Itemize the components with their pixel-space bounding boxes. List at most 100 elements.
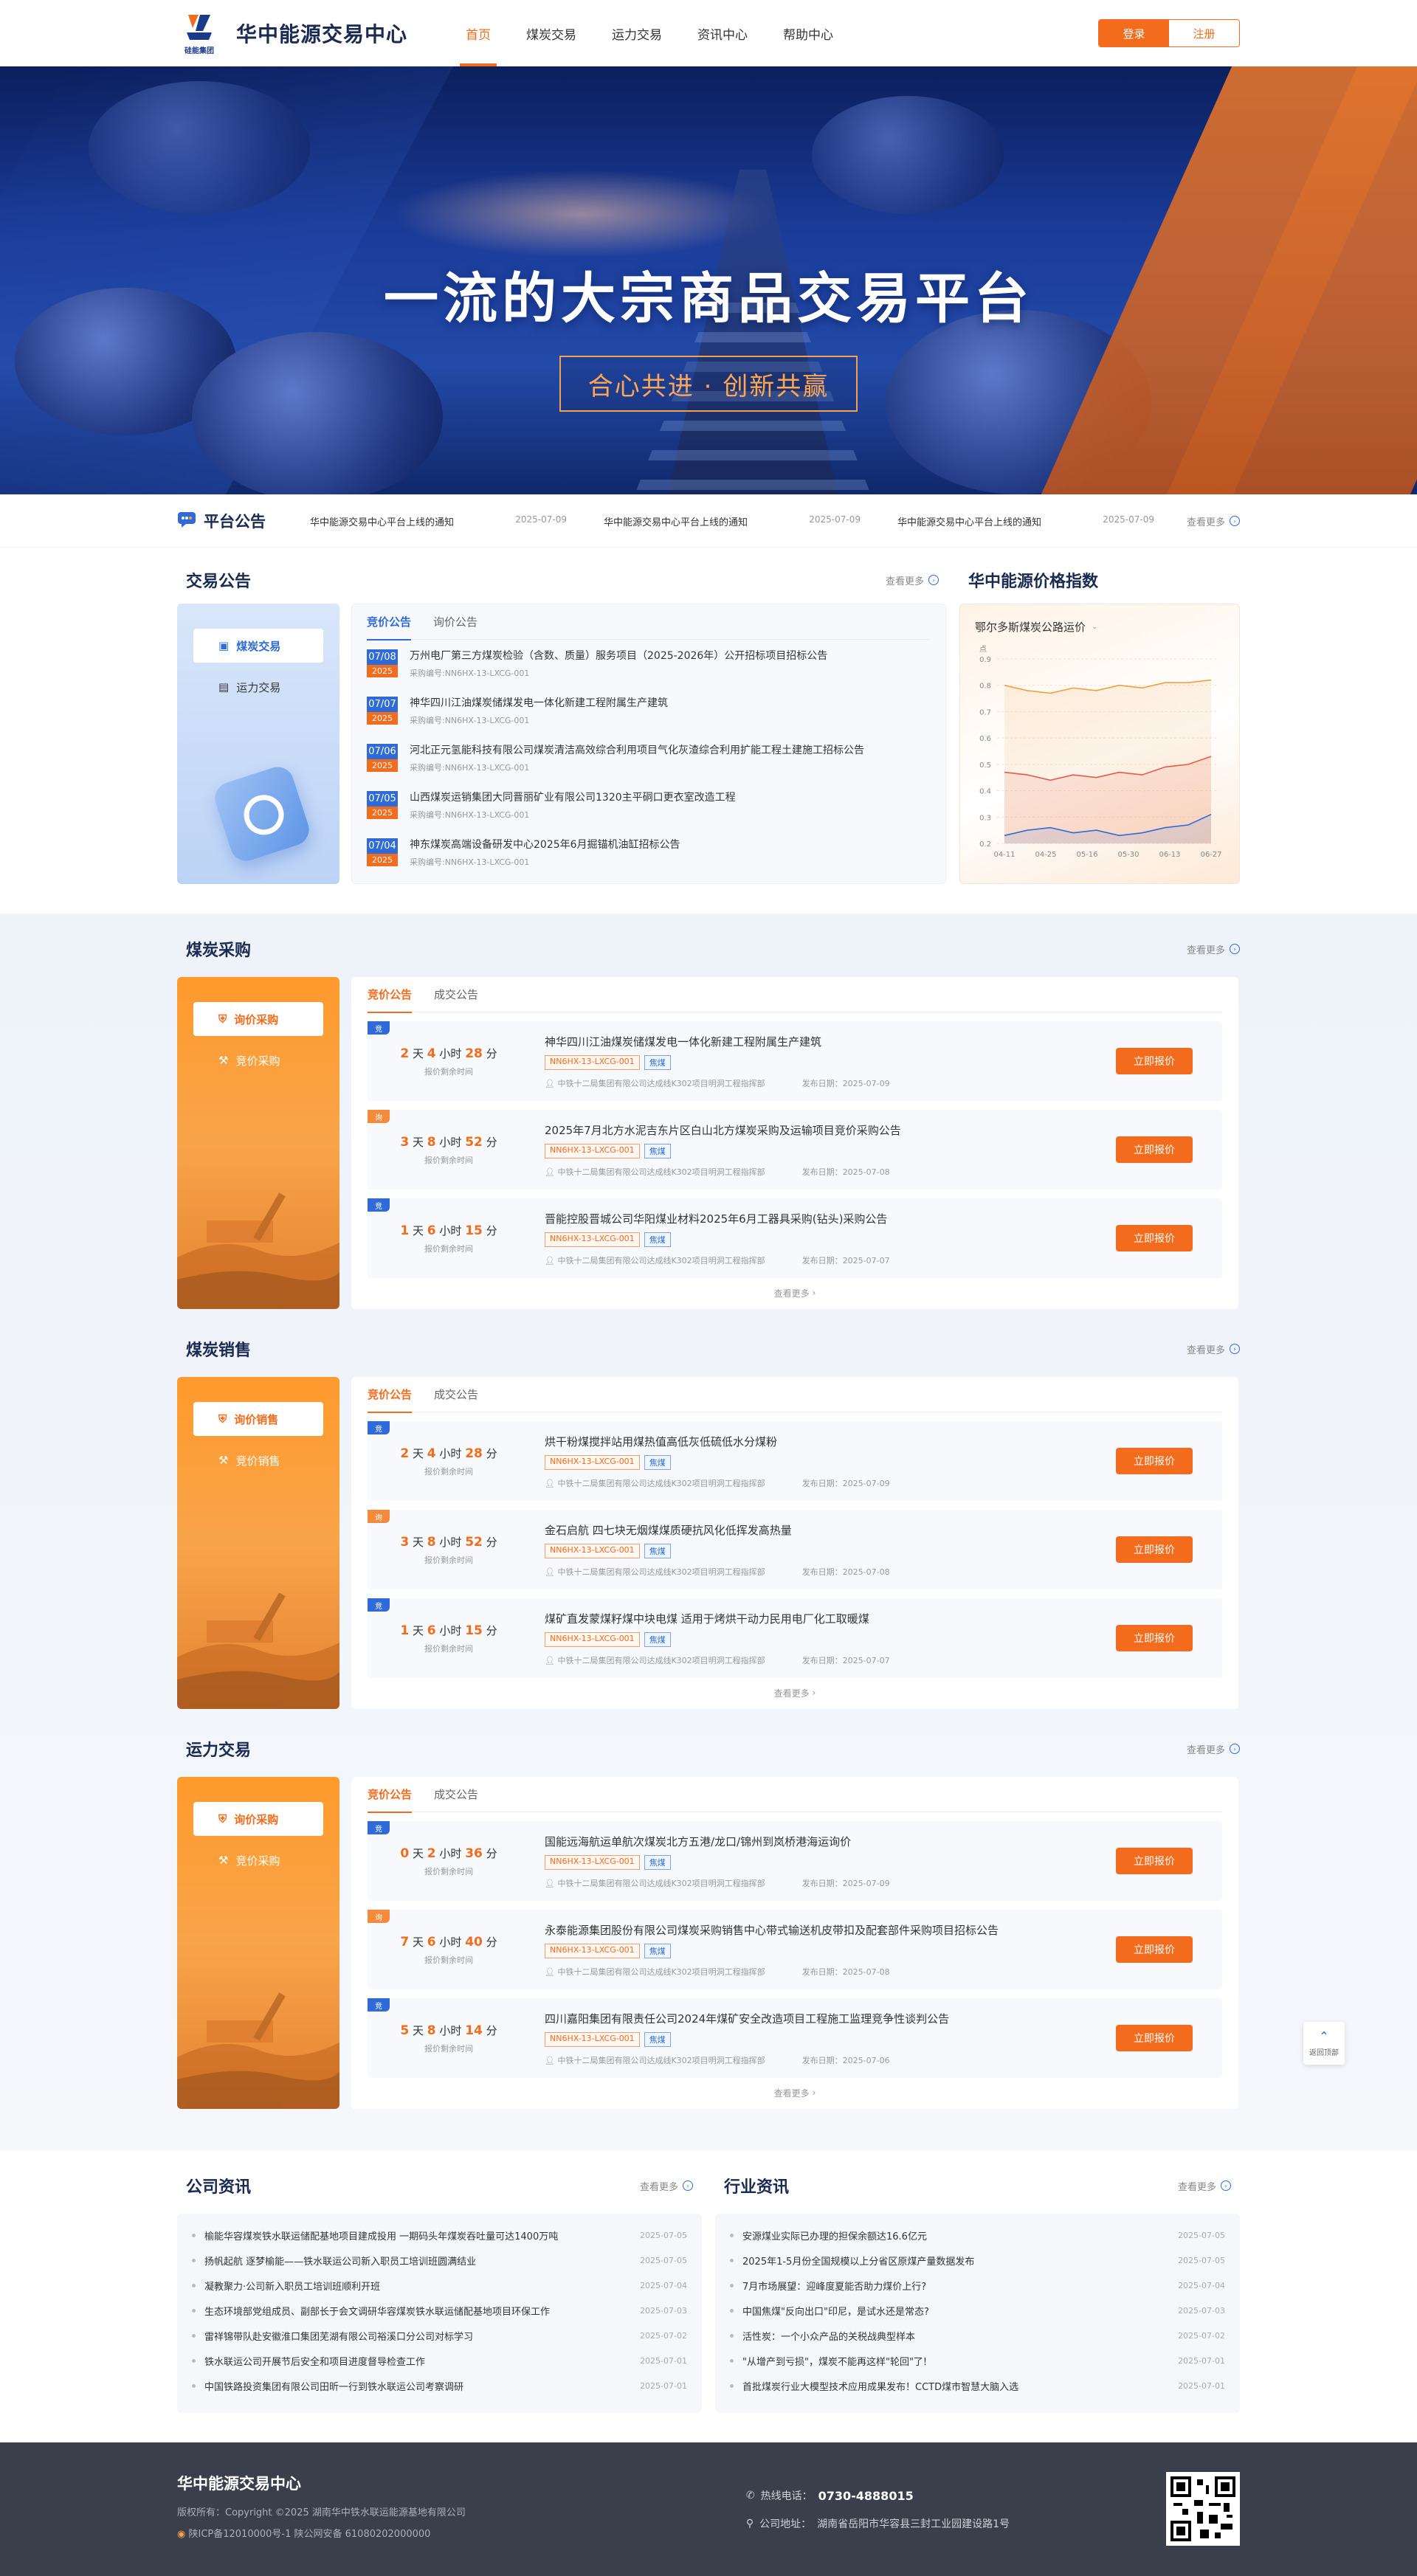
user-icon: 👤︎ <box>545 1966 558 1977</box>
quote-now-button[interactable]: 立即报价 <box>1116 1048 1193 1074</box>
announce-item[interactable]: 07/05 2025 山西煤炭运销集团大同晋丽矿业有限公司1320主平硐口更衣室改… <box>367 781 931 829</box>
company-news-more[interactable]: 查看更多 › <box>640 2179 693 2193</box>
news-item[interactable]: 凝教聚力·公司新入职员工培训班顺利开班 2025-07-04 <box>192 2273 687 2298</box>
excavator-illustration <box>177 1192 339 1309</box>
side-tab-capacity-trade[interactable]: ▤ 运力交易 <box>193 670 323 704</box>
quote-now-button[interactable]: 立即报价 <box>1116 1225 1193 1251</box>
side-tab-inquiry[interactable]: ⛨ 询价采购 <box>193 1002 323 1036</box>
tab-bidding-notice[interactable]: 竞价公告 <box>368 1777 413 1813</box>
auth-buttons: 登录 注册 <box>1098 19 1240 47</box>
nav-capacity-trade[interactable]: 运力交易 <box>594 0 680 66</box>
tab-bidding-notice[interactable]: 竞价公告 <box>368 977 413 1013</box>
news-item[interactable]: 铁水联运公司开展节后安全和项目进度督导检查工作 2025-07-01 <box>192 2348 687 2373</box>
date-md: 07/04 <box>367 838 398 854</box>
side-tab-inquiry[interactable]: ⛨ 询价采购 <box>193 1802 323 1836</box>
trade-block-more[interactable]: 查看更多 › <box>1187 1342 1240 1356</box>
notice-item[interactable]: 华中能源交易中心平台上线的通知 2025-07-09 <box>303 514 596 528</box>
news-item[interactable]: 首批煤炭行业大模型技术应用成果发布！CCTD煤市智慧大脑入选 2025-07-01 <box>730 2373 1225 2398</box>
news-item[interactable]: 扬帆起航 逐梦榆能——铁水联运公司新入职员工培训班圆满结业 2025-07-05 <box>192 2248 687 2273</box>
news-item[interactable]: 7月市场展望：迎峰度夏能否助力煤价上行? 2025-07-04 <box>730 2273 1225 2298</box>
news-item[interactable]: 安源煤业实际已办理的担保余额达16.6亿元 2025-07-05 <box>730 2223 1225 2248</box>
notice-item[interactable]: 华中能源交易中心平台上线的通知 2025-07-09 <box>596 514 890 528</box>
side-tab-inquiry[interactable]: ⛨ 询价销售 <box>193 1402 323 1436</box>
trade-title[interactable]: 神华四川江油煤炭储煤发电一体化新建工程附属生产建筑 <box>545 1034 1116 1049</box>
unit-hour: 小时 <box>439 1046 462 1060</box>
news-item[interactable]: 中国铁路投资集团有限公司田昕一行到铁水联运公司考察调研 2025-07-01 <box>192 2373 687 2398</box>
tab-bidding-notice[interactable]: 竞价公告 <box>368 1377 413 1413</box>
footer-icp[interactable]: ◉ 陕ICP备12010000号-1 陕公网安备 61080202000000 <box>177 2526 466 2540</box>
quote-now-button[interactable]: 立即报价 <box>1116 2025 1193 2051</box>
quote-now-button[interactable]: 立即报价 <box>1116 1448 1193 1474</box>
nav-help[interactable]: 帮助中心 <box>765 0 851 66</box>
trade-announce-more[interactable]: 查看更多 › <box>886 573 939 587</box>
trade-row[interactable]: 询 7 天 6 小时 40 分 报价剩余时间 永泰能源集团股份有限公司煤炭采购销… <box>368 1910 1222 1989</box>
trade-title[interactable]: 金石启航 四七块无烟煤煤质硬抗风化低挥发高热量 <box>545 1522 1116 1538</box>
news-item[interactable]: 雷祥锦带队赴安徽淮口集团芜湖有限公司裕溪口分公司对标学习 2025-07-02 <box>192 2323 687 2348</box>
quote-now-button[interactable]: 立即报价 <box>1116 1536 1193 1563</box>
tab-inquiry[interactable]: 询价公告 <box>433 604 477 640</box>
news-date: 2025-07-01 <box>640 2380 687 2391</box>
news-item[interactable]: 中国焦煤"反向出口"印尼，是试水还是常态? 2025-07-03 <box>730 2298 1225 2323</box>
tab-deal-notice[interactable]: 成交公告 <box>434 977 478 1012</box>
quote-now-button[interactable]: 立即报价 <box>1116 1136 1193 1163</box>
quote-now-button[interactable]: 立即报价 <box>1116 1936 1193 1963</box>
tab-deal-notice[interactable]: 成交公告 <box>434 1377 478 1412</box>
view-more-label: 查看更多 <box>773 1288 810 1299</box>
price-index-select[interactable]: 鄂尔多斯煤炭公路运价 ⌄ <box>975 615 1224 638</box>
news-item[interactable]: "从增产到亏损"，煤炭不能再这样"轮回"了! 2025-07-01 <box>730 2348 1225 2373</box>
side-tab-bidding[interactable]: ⚒ 竞价采购 <box>193 1043 323 1077</box>
quote-now-button[interactable]: 立即报价 <box>1116 1848 1193 1874</box>
announce-item[interactable]: 07/06 2025 河北正元氢能科技有限公司煤炭清洁高效综合利用项目气化灰渣综合… <box>367 734 931 781</box>
nav-news[interactable]: 资讯中心 <box>680 0 765 66</box>
trade-row[interactable]: 询 3 天 8 小时 52 分 报价剩余时间 金石启航 四七块无烟煤煤质硬抗风化… <box>368 1510 1222 1589</box>
trade-title[interactable]: 四川嘉阳集团有限责任公司2024年煤矿安全改造项目工程施工监理竞争性谈判公告 <box>545 2011 1116 2026</box>
nav-home[interactable]: 首页 <box>448 0 508 66</box>
nav-coal-trade[interactable]: 煤炭交易 <box>508 0 594 66</box>
trade-row[interactable]: 竞 2 天 4 小时 28 分 报价剩余时间 神华四川江油煤炭储煤发电一体化新建… <box>368 1021 1222 1101</box>
announce-code: 采购编号:NN6HX-13-LXCG-001 <box>410 763 530 773</box>
back-to-top-button[interactable]: ⌃ 返回顶部 <box>1303 2022 1345 2065</box>
trade-row[interactable]: 询 3 天 8 小时 52 分 报价剩余时间 2025年7月北方水泥吉东片区白山… <box>368 1110 1222 1189</box>
side-tab-bidding[interactable]: ⚒ 竞价采购 <box>193 1843 323 1877</box>
y-tick-label: 0.3 <box>979 814 991 822</box>
news-item[interactable]: 2025年1-5月份全国规模以上分省区原煤产量数据发布 2025-07-05 <box>730 2248 1225 2273</box>
view-more-link[interactable]: 查看更多 › <box>368 2078 1222 2107</box>
unit-hour: 小时 <box>439 1935 462 1949</box>
login-button[interactable]: 登录 <box>1099 20 1169 46</box>
trade-title[interactable]: 2025年7月北方水泥吉东片区白山北方煤炭采购及运输项目竞价采购公告 <box>545 1122 1116 1138</box>
unit-min: 分 <box>486 1935 497 1949</box>
site-logo[interactable]: 硅能集团 华中能源交易中心 <box>177 10 407 56</box>
news-item[interactable]: 生态环境部党组成员、副部长于会文调研华容煤炭铁水联运储配基地项目环保工作 2025… <box>192 2298 687 2323</box>
trade-row[interactable]: 竞 1 天 6 小时 15 分 报价剩余时间 煤矿直发蒙煤籽煤中块电煤 适用于烤… <box>368 1598 1222 1678</box>
trade-title[interactable]: 烘干粉煤搅拌站用煤热值高低灰低硫低水分煤粉 <box>545 1434 1116 1449</box>
view-more-link[interactable]: 查看更多 › <box>368 1678 1222 1707</box>
arrow-right-icon: › <box>1230 1344 1240 1354</box>
news-date: 2025-07-05 <box>1178 2230 1225 2240</box>
trade-block-more[interactable]: 查看更多 › <box>1187 1742 1240 1756</box>
view-more-link[interactable]: 查看更多 › <box>368 1278 1222 1308</box>
news-item[interactable]: 活性炭：一个小众产品的关税战典型样本 2025-07-02 <box>730 2323 1225 2348</box>
side-tab-bidding[interactable]: ⚒ 竞价销售 <box>193 1443 323 1477</box>
trade-title[interactable]: 永泰能源集团股份有限公司煤炭采购销售中心带式输送机皮带扣及配套部件采购项目招标公… <box>545 1922 1116 1938</box>
trade-row[interactable]: 竞 5 天 8 小时 14 分 报价剩余时间 四川嘉阳集团有限责任公司2024年… <box>368 1998 1222 2078</box>
trade-row[interactable]: 竞 0 天 2 小时 36 分 报价剩余时间 国能远海航运单航次煤炭北方五港/龙… <box>368 1821 1222 1901</box>
quote-now-button[interactable]: 立即报价 <box>1116 1625 1193 1651</box>
trade-row[interactable]: 竞 2 天 4 小时 28 分 报价剩余时间 烘干粉煤搅拌站用煤热值高低灰低硫低… <box>368 1421 1222 1501</box>
tab-deal-notice[interactable]: 成交公告 <box>434 1777 478 1812</box>
tab-bidding[interactable]: 竞价公告 <box>367 604 412 640</box>
industry-news-more[interactable]: 查看更多 › <box>1178 2179 1231 2193</box>
side-tab-coal-trade[interactable]: ▣ 煤炭交易 <box>193 629 323 663</box>
announce-item[interactable]: 07/08 2025 万州电厂第三方煤炭检验（含数、质量）服务项目（2025-20… <box>367 640 931 687</box>
trade-title[interactable]: 晋能控股晋城公司华阳煤业材料2025年6月工器具采购(钻头)采购公告 <box>545 1211 1116 1226</box>
news-item[interactable]: 榆能华容煤炭铁水联运储配基地项目建成投用 一期码头年煤炭吞吐量可达1400万吨 2… <box>192 2223 687 2248</box>
countdown-label: 报价剩余时间 <box>424 1155 473 1165</box>
register-button[interactable]: 注册 <box>1169 20 1239 46</box>
trade-row[interactable]: 竞 1 天 6 小时 15 分 报价剩余时间 晋能控股晋城公司华阳煤业材料202… <box>368 1198 1222 1278</box>
trade-title[interactable]: 煤矿直发蒙煤籽煤中块电煤 适用于烤烘干动力民用电厂化工取暖煤 <box>545 1611 1116 1626</box>
trade-title[interactable]: 国能远海航运单航次煤炭北方五港/龙口/锦州到岚桥港海运询价 <box>545 1834 1116 1849</box>
trade-block-more[interactable]: 查看更多 › <box>1187 942 1240 956</box>
announce-item[interactable]: 07/04 2025 神东煤炭高端设备研发中心2025年6月掘锚机油缸招标公告 采购… <box>367 829 931 876</box>
notice-more-link[interactable]: 查看更多 › <box>1187 514 1240 528</box>
notice-item[interactable]: 华中能源交易中心平台上线的通知 2025-07-09 <box>890 514 1184 528</box>
announce-item[interactable]: 07/07 2025 神华四川江油煤炭储煤发电一体化新建工程附属生产建筑 采购编号:… <box>367 687 931 734</box>
